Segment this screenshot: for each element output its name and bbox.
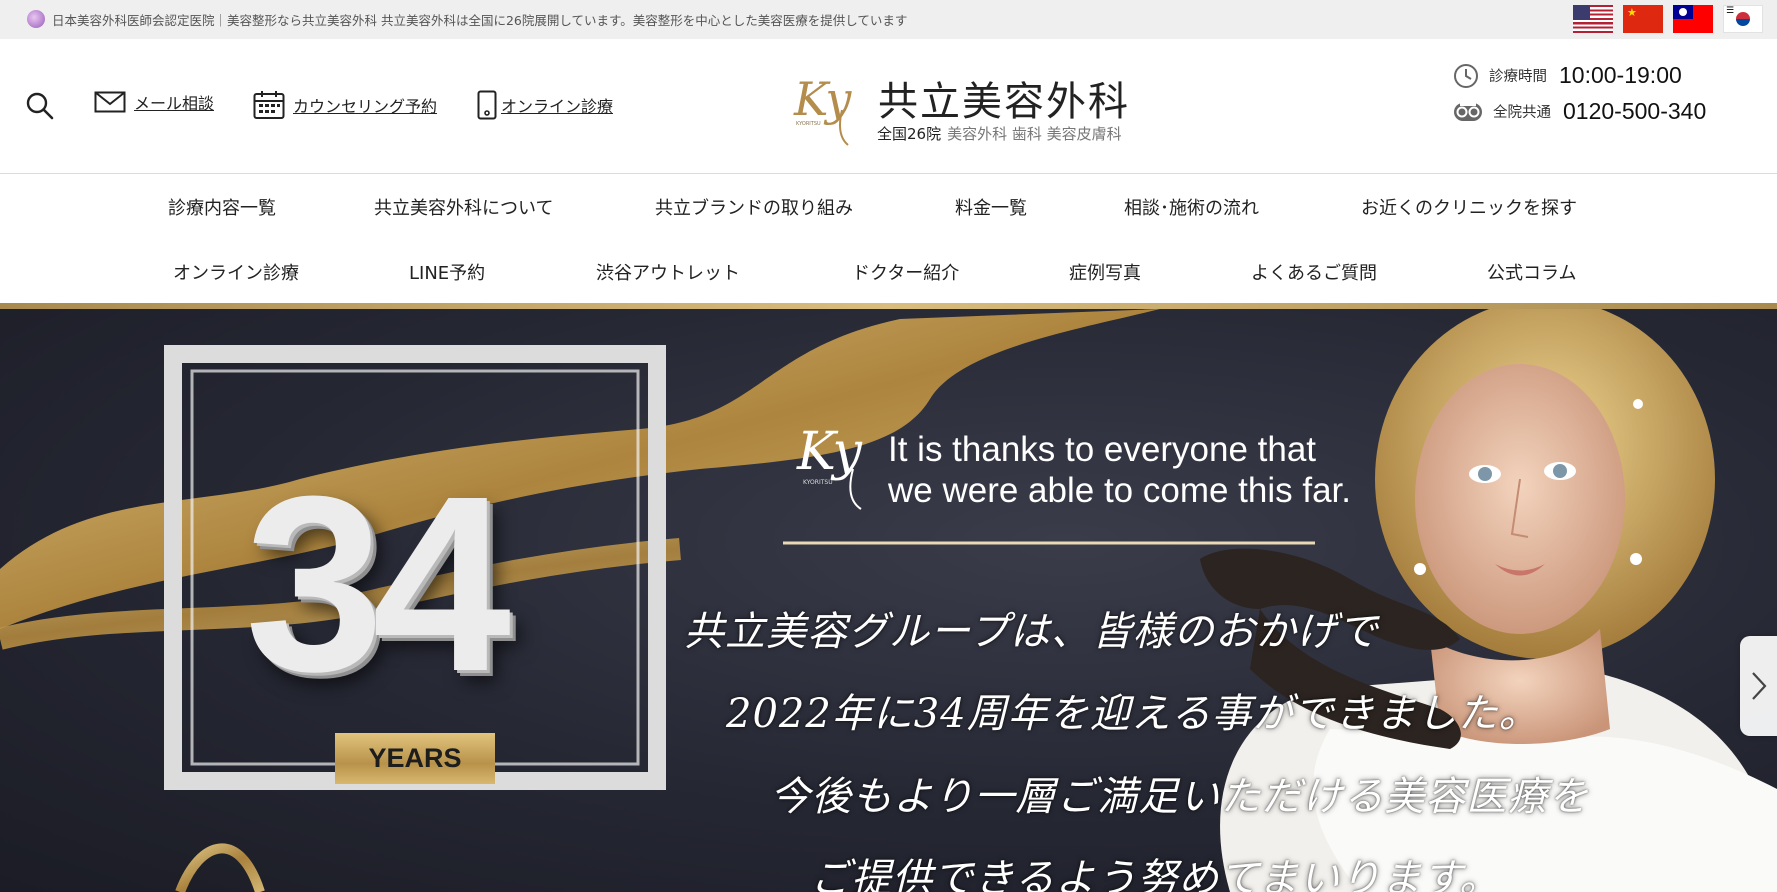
simplified-chinese-flag-icon[interactable] <box>1623 5 1663 33</box>
nav-case-photos[interactable]: 症例写真 <box>1069 259 1141 285</box>
logo-mark-small-text: KYORITSU <box>796 121 821 127</box>
hero-japanese-line-1: 共立美容グループは、皆様のおかげで <box>684 609 1379 655</box>
nav-consultation-flow[interactable]: 相談･施術の流れ <box>1124 194 1259 220</box>
hero-ky-logo: Ky KYORITSU <box>796 422 863 510</box>
phone-number: 0120-500-340 <box>1563 98 1707 124</box>
ky-monogram-logo: Ky KYORITSU <box>793 72 852 146</box>
slider-next-button[interactable] <box>1740 636 1777 736</box>
nav-online-consultation[interactable]: オンライン診療 <box>173 259 299 285</box>
nav-shibuya-outlet[interactable]: 渋谷アウトレット <box>596 259 740 285</box>
nav-official-column[interactable]: 公式コラム <box>1487 259 1576 285</box>
free-dial-icon <box>1454 102 1482 121</box>
mail-consultation-label: メール相談 <box>134 94 215 113</box>
site-header: メール相談 カウンセリング予約 オンライン診療 Ky KYORITSU 共立美容… <box>0 39 1777 174</box>
hero-english-line-1: It is thanks to everyone that <box>888 430 1317 469</box>
nav-brand-initiatives[interactable]: 共立ブランドの取り組み <box>655 194 853 220</box>
hero-japanese-line-4: ご提供できるよう努めてまいります。 <box>810 856 1501 892</box>
logo-mark-text: Ky <box>793 72 852 126</box>
nav-line-reservation[interactable]: LINE予約 <box>409 259 485 285</box>
clinic-count: 全国26院 <box>877 125 942 143</box>
hero-english-line-2: we were able to come this far. <box>888 471 1351 510</box>
hero-japanese-line-2: 2022年に34周年を迎える事ができました。 <box>726 691 1540 737</box>
phone-label: 全院共通 <box>1493 105 1551 121</box>
nav-price-list[interactable]: 料金一覧 <box>955 194 1027 220</box>
traditional-chinese-flag-icon[interactable] <box>1673 5 1713 33</box>
search-icon[interactable] <box>25 91 55 121</box>
years-badge: YEARS <box>335 733 495 784</box>
certification-badge-icon <box>27 10 45 28</box>
counseling-reservation-link[interactable]: カウンセリング予約 <box>253 90 437 120</box>
nav-find-clinic[interactable]: お近くのクリニックを探す <box>1361 194 1577 220</box>
clock-icon <box>1454 63 1478 88</box>
mail-icon <box>94 91 126 113</box>
smartphone-icon <box>477 90 497 120</box>
nav-faq[interactable]: よくあるご質問 <box>1251 259 1377 285</box>
hours-value: 10:00-19:00 <box>1559 62 1682 88</box>
online-consultation-link[interactable]: オンライン診療 <box>477 90 613 120</box>
calendar-icon <box>253 91 285 119</box>
hero-english-message: It is thanks to everyone that we were ab… <box>888 429 1351 511</box>
hero-japanese-line-3: 今後もより一層ご満足いただける美容医療を <box>770 774 1590 820</box>
mail-consultation-link[interactable]: メール相談 <box>94 90 214 114</box>
english-flag-icon[interactable] <box>1573 5 1613 33</box>
top-strip: 日本美容外科医師会認定医院｜美容整形なら共立美容外科 共立美容外科は全国に26院… <box>0 0 1777 39</box>
phone-link[interactable]: 全院共通 0120-500-340 <box>1453 98 1706 125</box>
main-navigation: 診療内容一覧 共立美容外科について 共立ブランドの取り組み 料金一覧 相談･施術… <box>0 175 1777 303</box>
chevron-right-icon <box>1751 672 1766 700</box>
site-tagline: 日本美容外科医師会認定医院｜美容整形なら共立美容外科 共立美容外科は全国に26院… <box>52 13 908 28</box>
hours-label: 診療時間 <box>1489 69 1547 85</box>
clinic-departments: 美容外科 歯科 美容皮膚科 <box>947 125 1122 143</box>
korean-flag-icon[interactable] <box>1723 5 1763 33</box>
nav-doctors[interactable]: ドクター紹介 <box>852 259 959 285</box>
clinic-name: 共立美容外科 <box>878 79 1130 125</box>
counseling-reservation-label: カウンセリング予約 <box>293 97 438 116</box>
logo-subline: 全国26院 美容外科 歯科 美容皮膚科 <box>877 123 1122 144</box>
svg-text:KYORITSU: KYORITSU <box>803 479 833 486</box>
online-consultation-label: オンライン診療 <box>501 97 614 116</box>
anniversary-number: 34 <box>245 444 511 723</box>
nav-about-clinic[interactable]: 共立美容外科について <box>374 194 553 220</box>
hero-banner[interactable]: 34 YEARS Ky KYORITSU It is thanks to eve… <box>0 309 1777 892</box>
nav-treatment-list[interactable]: 診療内容一覧 <box>168 194 276 220</box>
hours-row: 診療時間 10:00-19:00 <box>1453 62 1682 89</box>
